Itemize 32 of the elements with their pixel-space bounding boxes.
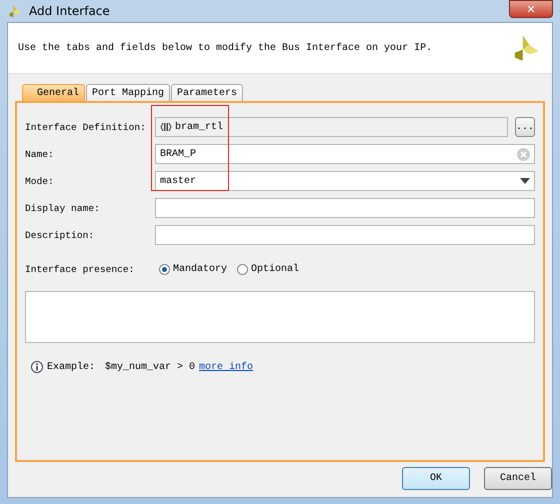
caret-icon [520, 178, 530, 184]
browse-button[interactable]: ... [515, 117, 535, 137]
example-label: Example: [47, 362, 96, 372]
input-field[interactable] [155, 198, 535, 218]
bus-icon [160, 121, 172, 133]
name-field[interactable]: BRAM_P [155, 144, 535, 164]
field-value: bram_rtl [175, 122, 224, 132]
radio-label[interactable]: Mandatory [173, 264, 228, 274]
radio-button[interactable] [237, 264, 248, 274]
dialog-button[interactable]: Cancel [484, 467, 552, 490]
input-field[interactable] [155, 225, 535, 245]
field-label: Description: [25, 230, 96, 240]
tab[interactable]: General [22, 84, 86, 101]
tab[interactable]: Port Mapping [86, 84, 170, 101]
dialog-button[interactable]: OK [402, 467, 470, 490]
text-area[interactable] [25, 291, 535, 343]
field-label: Mode: [25, 176, 55, 186]
window-title: Add Interface [29, 4, 110, 18]
info-icon [31, 361, 43, 373]
field-label: Interface Definition: [25, 122, 147, 132]
example-expression: $my_num_var > 0 [105, 362, 196, 372]
presence-label: Interface presence: [25, 264, 136, 274]
mode-dropdown[interactable]: master [155, 171, 535, 191]
radio-button[interactable] [159, 264, 170, 274]
tab[interactable]: Parameters [171, 84, 244, 101]
radio-label[interactable]: Optional [251, 264, 300, 274]
description-text: Use the tabs and fields below to modify the Bus Interface on your IP. [18, 42, 434, 54]
clear-icon[interactable] [517, 148, 530, 160]
more-info-link[interactable]: more info [199, 362, 254, 372]
field-label: Display name: [25, 202, 101, 214]
app-logo-icon [7, 3, 23, 19]
field-label: Name: [25, 148, 55, 160]
